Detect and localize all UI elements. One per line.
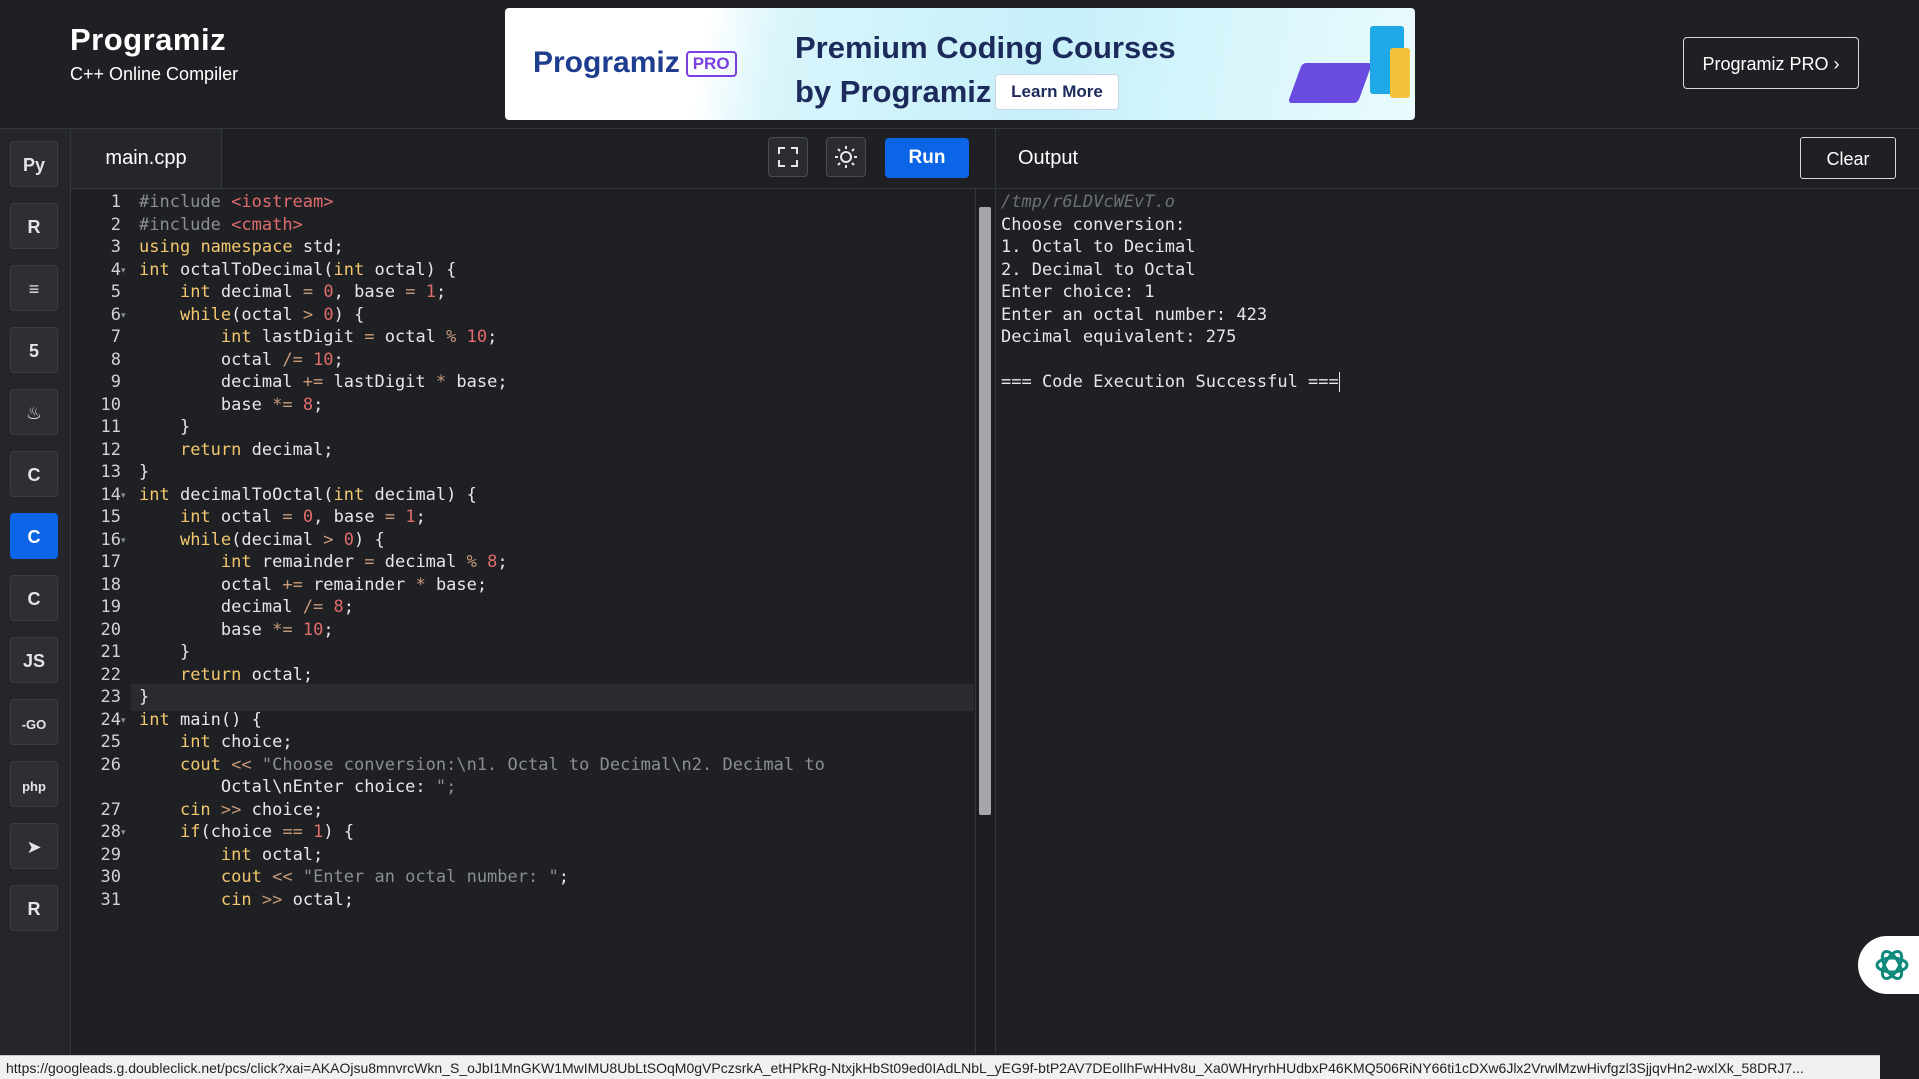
- fold-toggle-icon[interactable]: ▾: [121, 482, 131, 509]
- python-icon: Py: [22, 155, 46, 175]
- clear-button[interactable]: Clear: [1800, 137, 1896, 179]
- java-icon: ♨: [25, 403, 43, 423]
- lang-sql-button[interactable]: ≡: [10, 265, 58, 311]
- ad-logo-text: Programiz: [533, 46, 680, 79]
- ad-learn-more-button[interactable]: Learn More: [995, 74, 1119, 110]
- book-icon: [1390, 48, 1410, 98]
- sql-icon: ≡: [28, 279, 40, 299]
- lang-java-button[interactable]: ♨: [10, 389, 58, 435]
- output-console[interactable]: /tmp/r6LDVcWEvT.o Choose conversion: 1. Oc…: [995, 189, 1919, 1054]
- fold-toggle-icon[interactable]: ▾: [121, 707, 131, 734]
- javascript-icon: JS: [22, 651, 46, 671]
- code-line: cin >> octal;: [220, 889, 355, 910]
- language-sidebar: Py R ≡ 5 ♨ C C C JS -GO php ➤ R: [0, 129, 71, 1059]
- lang-r-button[interactable]: R: [10, 203, 58, 249]
- cpp-icon: C: [27, 527, 41, 547]
- lang-go-button[interactable]: -GO: [10, 699, 58, 745]
- lang-c-button[interactable]: C: [10, 451, 58, 497]
- editor-scroll-thumb[interactable]: [979, 207, 991, 815]
- brand[interactable]: Programiz C++ Online Compiler: [70, 22, 238, 85]
- lang-php-button[interactable]: php: [10, 761, 58, 807]
- lang-javascript-button[interactable]: JS: [10, 637, 58, 683]
- lang-swift-button[interactable]: ➤: [10, 823, 58, 869]
- lang-python-button[interactable]: Py: [10, 141, 58, 187]
- fold-toggle-icon[interactable]: ▾: [121, 527, 131, 554]
- output-header: Output Clear: [995, 129, 1919, 189]
- tab-main-cpp[interactable]: main.cpp: [71, 129, 222, 188]
- code-editor[interactable]: 1 #include <iostream> 2 #include <cmath> 3 us…: [71, 189, 974, 1054]
- html-icon: 5: [28, 341, 39, 361]
- fullscreen-button[interactable]: [768, 137, 808, 177]
- programiz-pro-button[interactable]: Programiz PRO ›: [1683, 37, 1859, 89]
- output-line: Decimal equivalent: 275: [1001, 327, 1237, 347]
- editor-toolbar: main.cpp Run: [71, 129, 994, 189]
- code-line: return decimal;: [179, 439, 334, 460]
- php-icon: php: [22, 779, 46, 794]
- swift-icon: ➤: [26, 837, 42, 857]
- ad-logo: Programiz PRO: [533, 46, 737, 80]
- line-number: 31: [100, 889, 121, 910]
- code-line: return octal;: [179, 664, 314, 685]
- go-icon: -GO: [21, 717, 47, 732]
- text-cursor: [1338, 372, 1340, 392]
- lang-html-button[interactable]: 5: [10, 327, 58, 373]
- ad-title-line2: by Programiz: [795, 74, 992, 109]
- r-icon: R: [27, 217, 41, 237]
- sun-icon: [835, 146, 857, 168]
- fold-toggle-icon[interactable]: ▾: [121, 302, 131, 329]
- link-status-bar: https://googleads.g.doubleclick.net/pcs/…: [0, 1055, 1880, 1079]
- run-button[interactable]: Run: [885, 138, 969, 178]
- fold-toggle-icon[interactable]: ▾: [121, 257, 131, 284]
- lang-cpp-button[interactable]: C: [10, 513, 58, 559]
- top-header: Programiz C++ Online Compiler Programiz P…: [0, 0, 1919, 129]
- c-icon: C: [27, 465, 41, 485]
- page-subtitle: C++ Online Compiler: [70, 64, 239, 84]
- programiz-logo[interactable]: Programiz: [70, 22, 238, 58]
- editor-scrollbar[interactable]: [975, 189, 995, 1054]
- theme-toggle-button[interactable]: [826, 137, 866, 177]
- lang-csharp-button[interactable]: C: [10, 575, 58, 621]
- lang-rust-button[interactable]: R: [10, 885, 58, 931]
- csharp-icon: C: [27, 589, 41, 609]
- fold-toggle-icon[interactable]: ▾: [121, 819, 131, 846]
- output-title: Output: [1018, 147, 1079, 169]
- rust-icon: R: [27, 899, 41, 919]
- ad-pro-badge: PRO: [685, 51, 737, 78]
- fullscreen-icon: [778, 147, 798, 167]
- graduation-cap-icon: [1287, 63, 1373, 103]
- ad-banner[interactable]: Programiz PRO Premium Coding Courses by P…: [505, 8, 1415, 120]
- ai-assistant-button[interactable]: [1858, 936, 1919, 994]
- ai-sparkle-icon: [1875, 950, 1909, 980]
- output-line: === Code Execution Successful ===: [1001, 372, 1340, 392]
- ad-title-line1: Premium Coding Courses: [795, 30, 1176, 65]
